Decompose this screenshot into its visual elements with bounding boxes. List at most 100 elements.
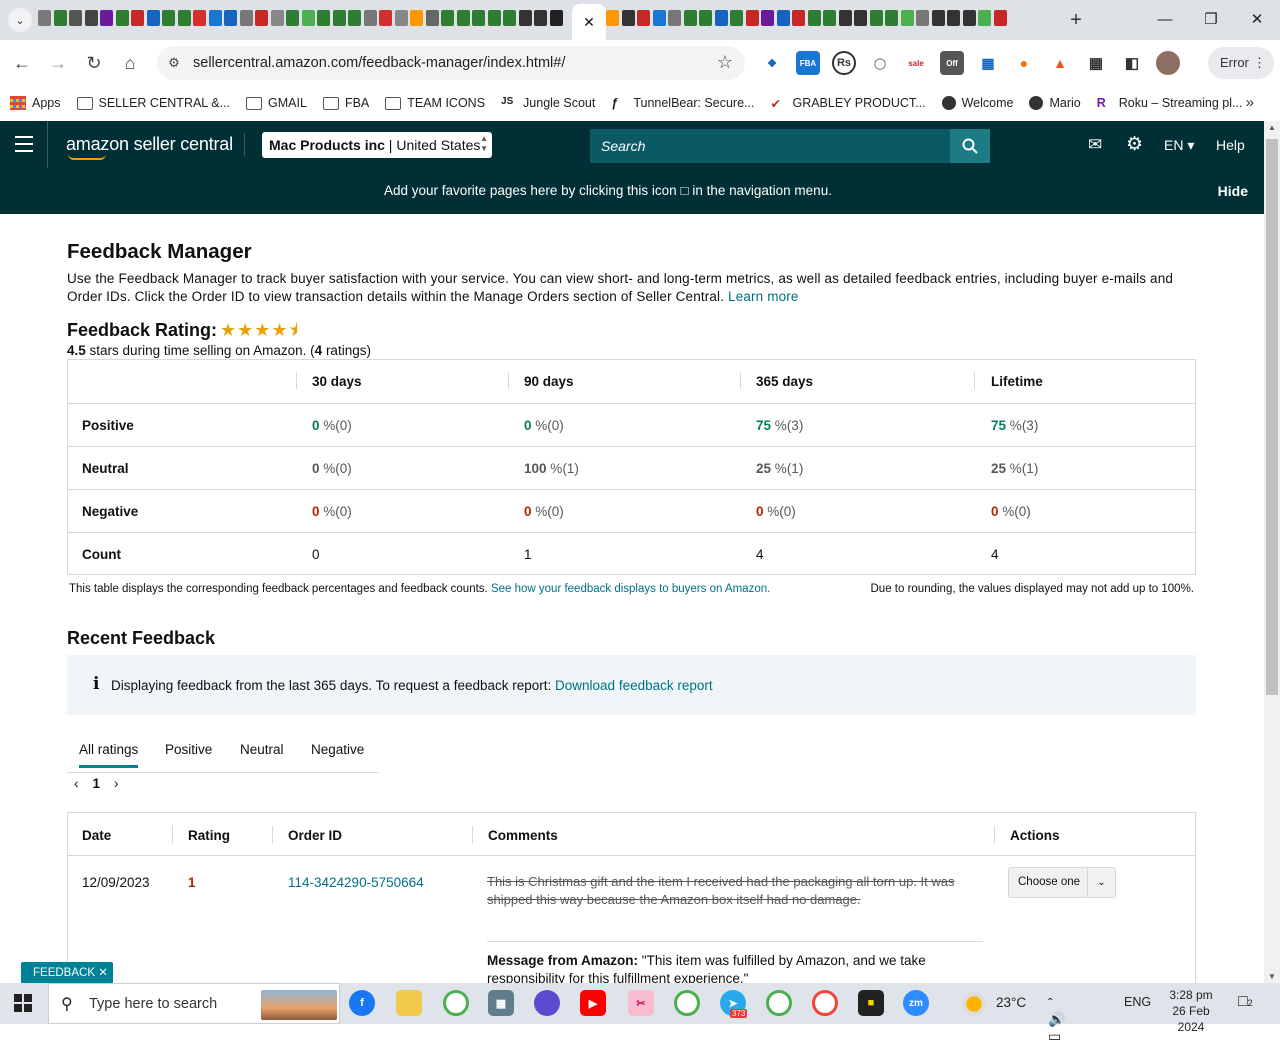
rs-extension-icon[interactable]: Rs <box>832 51 856 75</box>
restore-icon[interactable]: ❐ <box>1196 9 1226 31</box>
close-icon[interactable]: ✕ <box>98 967 108 979</box>
active-tab-close-icon[interactable]: ✕ <box>572 4 606 40</box>
kebab-menu-icon[interactable]: ⋮ <box>1253 47 1266 79</box>
tab-favicon[interactable] <box>379 10 392 26</box>
flame-extension-icon[interactable]: ▲ <box>1048 51 1072 75</box>
bookmark-item[interactable]: R Roku – Streaming pl... <box>1097 96 1243 110</box>
tab-favicon[interactable] <box>456 10 470 26</box>
snipping-tool-icon[interactable]: ✂ <box>628 990 654 1016</box>
tab-favicons-right[interactable] <box>606 10 1058 30</box>
tab-favicon[interactable] <box>534 10 547 26</box>
tab-favicon[interactable] <box>606 10 619 26</box>
tab-favicon[interactable] <box>503 10 516 26</box>
tab-favicon[interactable] <box>472 10 485 26</box>
tab-favicon[interactable] <box>162 10 175 26</box>
taskbar-search-box[interactable]: ⚲ Type here to search <box>48 983 340 1024</box>
tab-neutral[interactable]: Neutral <box>240 742 284 757</box>
actions-dropdown[interactable]: Choose one ⌄ <box>1008 867 1116 898</box>
search-button[interactable] <box>950 129 990 163</box>
bookmark-item[interactable]: JS Jungle Scout <box>501 96 595 110</box>
learn-more-link[interactable]: Learn more <box>728 289 799 304</box>
bookmark-star-icon[interactable]: ☆ <box>717 52 733 73</box>
account-switcher[interactable]: Mac Products inc | United States ▲ ▼ <box>262 132 492 158</box>
weather-icon[interactable] <box>962 992 986 1016</box>
tab-favicon[interactable] <box>838 10 852 26</box>
side-panel-icon[interactable]: ◧ <box>1120 51 1144 75</box>
tab-favicon[interactable] <box>332 10 346 26</box>
extension-icon[interactable]: sale <box>904 51 928 75</box>
scroll-thumb[interactable] <box>1266 139 1278 695</box>
extension-icon[interactable]: ▦ <box>976 51 1000 75</box>
tab-favicon[interactable] <box>885 10 898 26</box>
tab-favicon[interactable] <box>177 10 191 26</box>
tab-favicon[interactable] <box>487 10 501 26</box>
calculator-icon[interactable]: ▦ <box>488 990 514 1016</box>
windows-start-icon[interactable] <box>14 994 32 1012</box>
back-arrow-icon[interactable]: ← <box>10 51 34 75</box>
tab-favicon[interactable] <box>394 10 408 26</box>
fba-extension-icon[interactable]: FBA <box>796 51 820 75</box>
bookmark-item[interactable]: ✔ GRABLEY PRODUCT... <box>770 96 925 111</box>
youtube-icon[interactable]: ▶ <box>580 990 606 1016</box>
tab-favicon[interactable] <box>699 10 712 26</box>
settings-gear-icon[interactable]: ⚙ <box>1126 133 1143 156</box>
tab-favicon[interactable] <box>224 10 237 26</box>
tab-favicon[interactable] <box>947 10 960 26</box>
tab-favicon[interactable] <box>317 10 330 26</box>
url-text[interactable]: sellercentral.amazon.com/feedback-manage… <box>193 55 565 71</box>
previous-page-icon[interactable]: ‹ <box>74 776 79 791</box>
input-language[interactable]: ENG <box>1124 995 1151 1009</box>
tab-favicon[interactable] <box>993 10 1007 26</box>
scroll-up-arrow-icon[interactable]: ▲ <box>1268 123 1276 132</box>
tab-favicon[interactable] <box>270 10 284 26</box>
extensions-puzzle-icon[interactable]: ▦ <box>1084 51 1108 75</box>
tab-favicon[interactable] <box>549 10 563 26</box>
bookmark-item[interactable]: Apps <box>10 96 61 110</box>
tab-favicon[interactable] <box>100 10 113 26</box>
tab-favicon[interactable] <box>441 10 454 26</box>
facebook-icon[interactable]: f <box>349 990 375 1016</box>
bookmark-item[interactable]: SELLER CENTRAL &... <box>76 96 230 110</box>
tab-favicon[interactable] <box>900 10 914 26</box>
profile-error-chip[interactable]: Error ⋮ <box>1208 47 1274 79</box>
tab-favicon[interactable] <box>745 10 759 26</box>
hamburger-menu-icon[interactable] <box>15 136 33 152</box>
tab-favicon[interactable] <box>84 10 98 26</box>
next-page-icon[interactable]: › <box>114 776 119 791</box>
copilot-icon[interactable] <box>534 990 560 1016</box>
tab-favicon[interactable] <box>761 10 774 26</box>
tab-favicon[interactable] <box>53 10 67 26</box>
tab-favicon[interactable] <box>621 10 635 26</box>
tab-favicon[interactable] <box>239 10 253 26</box>
tab-favicon[interactable] <box>255 10 268 26</box>
scroll-down-arrow-icon[interactable]: ▼ <box>1268 972 1276 981</box>
bookmark-item[interactable]: Mario <box>1029 96 1081 110</box>
profile-avatar[interactable] <box>1156 51 1180 75</box>
display-to-buyers-link[interactable]: See how your feedback displays to buyers… <box>491 583 770 595</box>
extension-icon[interactable]: ● <box>1012 51 1036 75</box>
seller-search-input[interactable]: Search <box>590 129 950 163</box>
tab-favicon[interactable] <box>916 10 929 26</box>
network-icon[interactable]: ▭ <box>1048 1028 1069 1044</box>
tab-favicon[interactable] <box>363 10 377 26</box>
volume-icon[interactable]: 🔊 <box>1048 1011 1073 1027</box>
new-tab-button[interactable]: + <box>1066 9 1086 31</box>
tab-favicon[interactable] <box>69 10 82 26</box>
tab-favicon[interactable] <box>962 10 976 26</box>
tab-favicon[interactable] <box>823 10 836 26</box>
tab-favicon[interactable] <box>38 10 51 26</box>
feedback-pill-button[interactable]: FEEDBACK ✕ <box>21 962 113 984</box>
bookmark-item[interactable]: TEAM ICONS <box>385 96 485 110</box>
tab-favicon[interactable] <box>348 10 361 26</box>
tab-favicon[interactable] <box>425 10 439 26</box>
tab-favicon[interactable] <box>668 10 681 26</box>
bookmark-item[interactable]: ƒ TunnelBear: Secure... <box>611 96 754 110</box>
tab-favicon[interactable] <box>652 10 666 26</box>
clock[interactable]: 3:28 pm 26 Feb 2024 <box>1158 987 1224 1035</box>
chevron-up-icon[interactable]: ˆ <box>1048 995 1061 1011</box>
tab-favicon[interactable] <box>301 10 315 26</box>
tab-favicon[interactable] <box>286 10 299 26</box>
tab-favicon[interactable] <box>931 10 945 26</box>
bookmark-item[interactable]: GMAIL <box>246 96 307 110</box>
temperature[interactable]: 23°C <box>996 995 1026 1010</box>
